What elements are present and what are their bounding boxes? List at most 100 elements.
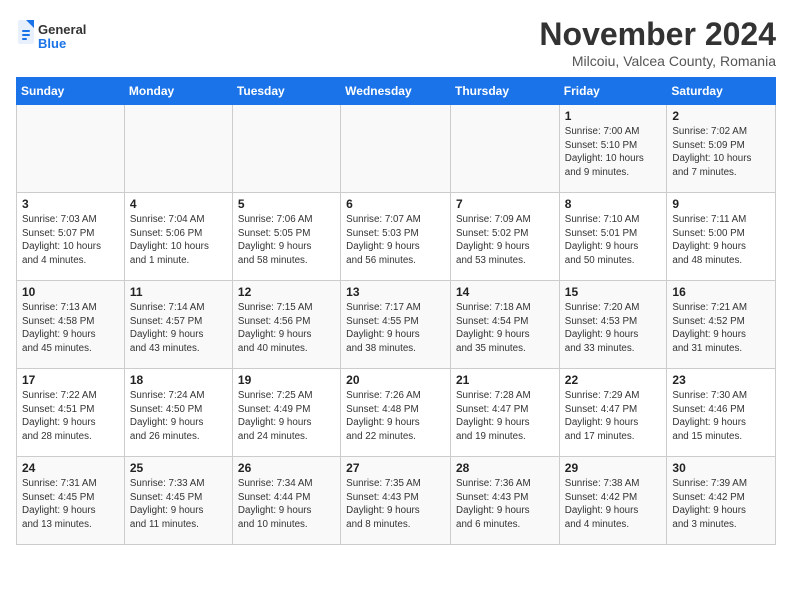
day-info: Sunrise: 7:02 AM Sunset: 5:09 PM Dayligh… [672,125,770,180]
day-number: 25 [130,461,227,475]
day-info: Sunrise: 7:29 AM Sunset: 4:47 PM Dayligh… [565,389,662,444]
day-number: 21 [456,373,554,387]
day-number: 27 [346,461,445,475]
day-info: Sunrise: 7:39 AM Sunset: 4:42 PM Dayligh… [672,477,770,532]
calendar-cell: 28 Sunrise: 7:36 AM Sunset: 4:43 PM Dayli… [451,457,560,545]
day-number: 11 [130,285,227,299]
day-info: Sunrise: 7:07 AM Sunset: 5:03 PM Dayligh… [346,213,445,268]
calendar-cell: 14Sunrise: 7:18 AM Sunset: 4:54 PM Dayli… [451,281,560,369]
calendar-cell: 29Sunrise: 7:38 AM Sunset: 4:42 PM Dayli… [559,457,667,545]
day-number: 29 [565,461,662,475]
day-info: Sunrise: 7:17 AM Sunset: 4:55 PM Dayligh… [346,301,445,356]
day-number: 26 [238,461,335,475]
day-info: Sunrise: 7:18 AM Sunset: 4:54 PM Dayligh… [456,301,554,356]
svg-text:Blue: Blue [38,36,66,51]
day-info: Sunrise: 7:20 AM Sunset: 4:53 PM Dayligh… [565,301,662,356]
calendar-cell: 21 Sunrise: 7:28 AM Sunset: 4:47 PM Dayli… [451,369,560,457]
calendar-cell: 27Sunrise: 7:35 AM Sunset: 4:43 PM Dayli… [341,457,451,545]
day-number: 20 [346,373,445,387]
day-info: Sunrise: 7:06 AM Sunset: 5:05 PM Dayligh… [238,213,335,268]
calendar-cell: 20 Sunrise: 7:26 AM Sunset: 4:48 PM Dayli… [341,369,451,457]
day-info: Sunrise: 7:10 AM Sunset: 5:01 PM Dayligh… [565,213,662,268]
calendar-cell: 22 Sunrise: 7:29 AM Sunset: 4:47 PM Dayli… [559,369,667,457]
calendar-cell: 10Sunrise: 7:13 AM Sunset: 4:58 PM Dayli… [17,281,125,369]
page-title: November 2024 [539,16,776,53]
day-number: 30 [672,461,770,475]
day-info: Sunrise: 7:31 AM Sunset: 4:45 PM Dayligh… [22,477,119,532]
page-subtitle: Milcoiu, Valcea County, Romania [539,53,776,69]
day-info: Sunrise: 7:21 AM Sunset: 4:52 PM Dayligh… [672,301,770,356]
day-info: Sunrise: 7:24 AM Sunset: 4:50 PM Dayligh… [130,389,227,444]
calendar-cell [232,105,340,193]
day-info: Sunrise: 7:04 AM Sunset: 5:06 PM Dayligh… [130,213,227,268]
calendar-cell: 19 Sunrise: 7:25 AM Sunset: 4:49 PM Dayli… [232,369,340,457]
day-info: Sunrise: 7:03 AM Sunset: 5:07 PM Dayligh… [22,213,119,268]
day-number: 9 [672,197,770,211]
day-info: Sunrise: 7:00 AM Sunset: 5:10 PM Dayligh… [565,125,662,180]
day-info: Sunrise: 7:09 AM Sunset: 5:02 PM Dayligh… [456,213,554,268]
day-number: 13 [346,285,445,299]
day-info: Sunrise: 7:30 AM Sunset: 4:46 PM Dayligh… [672,389,770,444]
calendar-cell: 18 Sunrise: 7:24 AM Sunset: 4:50 PM Dayli… [124,369,232,457]
day-number: 15 [565,285,662,299]
day-number: 7 [456,197,554,211]
weekday-row: Sunday Monday Tuesday Wednesday Thursday… [17,78,776,105]
day-number: 5 [238,197,335,211]
calendar-cell: 4 Sunrise: 7:04 AM Sunset: 5:06 PM Daylig… [124,193,232,281]
day-number: 6 [346,197,445,211]
col-wednesday: Wednesday [341,78,451,105]
day-number: 28 [456,461,554,475]
day-number: 17 [22,373,119,387]
day-number: 2 [672,109,770,123]
calendar-cell: 5 Sunrise: 7:06 AM Sunset: 5:05 PM Daylig… [232,193,340,281]
logo-svg: General Blue [16,16,86,58]
day-info: Sunrise: 7:34 AM Sunset: 4:44 PM Dayligh… [238,477,335,532]
col-sunday: Sunday [17,78,125,105]
calendar-cell: 26 Sunrise: 7:34 AM Sunset: 4:44 PM Dayli… [232,457,340,545]
calendar-cell [451,105,560,193]
calendar-cell: 6 Sunrise: 7:07 AM Sunset: 5:03 PM Daylig… [341,193,451,281]
day-number: 18 [130,373,227,387]
day-info: Sunrise: 7:13 AM Sunset: 4:58 PM Dayligh… [22,301,119,356]
day-number: 4 [130,197,227,211]
page-header: General Blue November 2024 Milcoiu, Valc… [16,16,776,69]
day-number: 16 [672,285,770,299]
day-info: Sunrise: 7:25 AM Sunset: 4:49 PM Dayligh… [238,389,335,444]
calendar-cell: 15 Sunrise: 7:20 AM Sunset: 4:53 PM Dayli… [559,281,667,369]
svg-text:General: General [38,22,86,37]
day-info: Sunrise: 7:33 AM Sunset: 4:45 PM Dayligh… [130,477,227,532]
day-number: 23 [672,373,770,387]
day-number: 8 [565,197,662,211]
calendar-cell: 16 Sunrise: 7:21 AM Sunset: 4:52 PM Dayli… [667,281,776,369]
day-info: Sunrise: 7:26 AM Sunset: 4:48 PM Dayligh… [346,389,445,444]
calendar-body: 1 Sunrise: 7:00 AM Sunset: 5:10 PM Daylig… [17,105,776,545]
calendar-table: Sunday Monday Tuesday Wednesday Thursday… [16,77,776,545]
calendar-week-1: 1 Sunrise: 7:00 AM Sunset: 5:10 PM Daylig… [17,105,776,193]
calendar-cell: 17Sunrise: 7:22 AM Sunset: 4:51 PM Dayli… [17,369,125,457]
day-number: 1 [565,109,662,123]
day-number: 22 [565,373,662,387]
calendar-cell [124,105,232,193]
title-block: November 2024 Milcoiu, Valcea County, Ro… [539,16,776,69]
day-info: Sunrise: 7:15 AM Sunset: 4:56 PM Dayligh… [238,301,335,356]
calendar-cell: 11Sunrise: 7:14 AM Sunset: 4:57 PM Dayli… [124,281,232,369]
day-number: 19 [238,373,335,387]
calendar-week-2: 3 Sunrise: 7:03 AM Sunset: 5:07 PM Daylig… [17,193,776,281]
col-friday: Friday [559,78,667,105]
calendar-cell [17,105,125,193]
calendar-cell: 1 Sunrise: 7:00 AM Sunset: 5:10 PM Daylig… [559,105,667,193]
calendar-cell: 7 Sunrise: 7:09 AM Sunset: 5:02 PM Daylig… [451,193,560,281]
logo: General Blue [16,16,86,58]
calendar-cell: 2 Sunrise: 7:02 AM Sunset: 5:09 PM Daylig… [667,105,776,193]
calendar-week-5: 24Sunrise: 7:31 AM Sunset: 4:45 PM Dayli… [17,457,776,545]
day-info: Sunrise: 7:11 AM Sunset: 5:00 PM Dayligh… [672,213,770,268]
calendar-header: Sunday Monday Tuesday Wednesday Thursday… [17,78,776,105]
calendar-week-4: 17Sunrise: 7:22 AM Sunset: 4:51 PM Dayli… [17,369,776,457]
calendar-cell [341,105,451,193]
calendar-cell: 23 Sunrise: 7:30 AM Sunset: 4:46 PM Dayli… [667,369,776,457]
day-number: 3 [22,197,119,211]
day-number: 12 [238,285,335,299]
day-info: Sunrise: 7:28 AM Sunset: 4:47 PM Dayligh… [456,389,554,444]
calendar-cell: 9 Sunrise: 7:11 AM Sunset: 5:00 PM Daylig… [667,193,776,281]
day-info: Sunrise: 7:36 AM Sunset: 4:43 PM Dayligh… [456,477,554,532]
